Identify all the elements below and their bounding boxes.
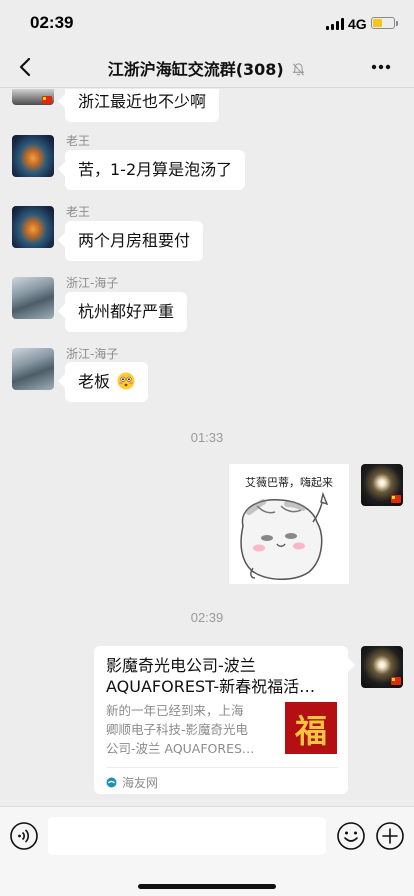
flag-badge-icon <box>391 495 401 503</box>
message-bubble[interactable]: 苦，1-2月算是泡汤了 <box>65 150 246 190</box>
link-card-desc-line: 公司-波兰 AQUAFORES… <box>106 741 255 756</box>
message-text: 苦，1-2月算是泡汤了 <box>78 160 233 179</box>
more-dots-icon[interactable] <box>366 59 396 75</box>
avatar[interactable] <box>12 135 54 177</box>
message-bubble[interactable]: 杭州都好严重 <box>65 292 188 332</box>
avatar[interactable] <box>12 206 54 248</box>
avatar[interactable] <box>12 348 54 390</box>
flag-badge-icon <box>391 677 401 685</box>
home-indicator[interactable] <box>138 884 276 889</box>
input-bar <box>0 806 414 896</box>
emoji-icon[interactable] <box>336 821 366 851</box>
link-card-description: 新的一年已经到来，上海 卿顺电子科技-影魔奇光电 公司-波兰 AQUAFORES… <box>106 701 274 758</box>
bell-muted-icon <box>292 63 305 76</box>
chevron-left-icon[interactable] <box>14 55 38 79</box>
timestamp: 02:39 <box>190 610 224 625</box>
message-text: 两个月房租要付 <box>78 231 191 250</box>
link-card-title: 影魔奇光电公司-波兰 AQUAFOREST-新春祝福活… <box>106 655 338 697</box>
network-label: 4G <box>348 16 367 32</box>
message-text: 杭州都好严重 <box>78 302 175 321</box>
message-bubble[interactable]: 浙江最近也不少啊 <box>65 89 220 122</box>
link-card-thumbnail: 福 <box>285 702 337 754</box>
fu-character: 福 <box>294 712 327 750</box>
sender-name: 浙江-海子 <box>66 276 119 290</box>
voice-icon[interactable] <box>9 821 39 851</box>
link-card-title-line: AQUAFOREST-新春祝福活… <box>106 677 316 696</box>
flag-badge-icon <box>42 96 52 104</box>
message-text: 浙江最近也不少啊 <box>78 92 207 111</box>
battery-icon <box>371 17 398 29</box>
message-bubble[interactable]: 老板 <box>65 362 149 402</box>
source-logo-icon <box>106 777 117 788</box>
avatar[interactable] <box>12 277 54 319</box>
link-card-title-line: 影魔奇光电公司-波兰 <box>106 656 256 675</box>
message-input[interactable] <box>48 817 326 855</box>
chat-title-text: 江浙沪海缸交流群(308) <box>107 60 284 79</box>
sender-name: 老王 <box>66 205 91 219</box>
timestamp: 01:33 <box>190 430 224 445</box>
chat-title: 江浙沪海缸交流群(308) <box>60 56 354 80</box>
flushed-face-emoji-icon <box>117 372 135 390</box>
link-card[interactable]: 影魔奇光电公司-波兰 AQUAFOREST-新春祝福活… 新的一年已经到来，上海… <box>94 646 348 794</box>
link-card-desc-line: 新的一年已经到来，上海 <box>106 703 244 718</box>
link-card-desc-line: 卿顺电子科技-影魔奇光电 <box>106 722 249 737</box>
sticker-message[interactable]: 艾薇巴蒂，嗨起来 <box>229 464 349 584</box>
status-bar: 02:39 4G <box>0 0 414 46</box>
message-bubble[interactable]: 两个月房租要付 <box>65 221 204 261</box>
sender-name: 老王 <box>66 134 91 148</box>
status-time: 02:39 <box>30 13 74 32</box>
nav-bar: 江浙沪海缸交流群(308) <box>0 46 414 88</box>
divider <box>106 767 338 768</box>
chat-area[interactable]: 浙江最近也不少啊 老王 苦，1-2月算是泡汤了 老王 两个月房租要付 浙江-海子… <box>0 89 414 806</box>
message-text: 老板 <box>78 372 111 391</box>
sender-name: 浙江-海子 <box>66 347 119 361</box>
plus-icon[interactable] <box>375 821 405 851</box>
signal-icon <box>326 18 344 30</box>
link-card-source: 海友网 <box>122 776 159 790</box>
hamster-sticker-icon <box>240 491 329 580</box>
